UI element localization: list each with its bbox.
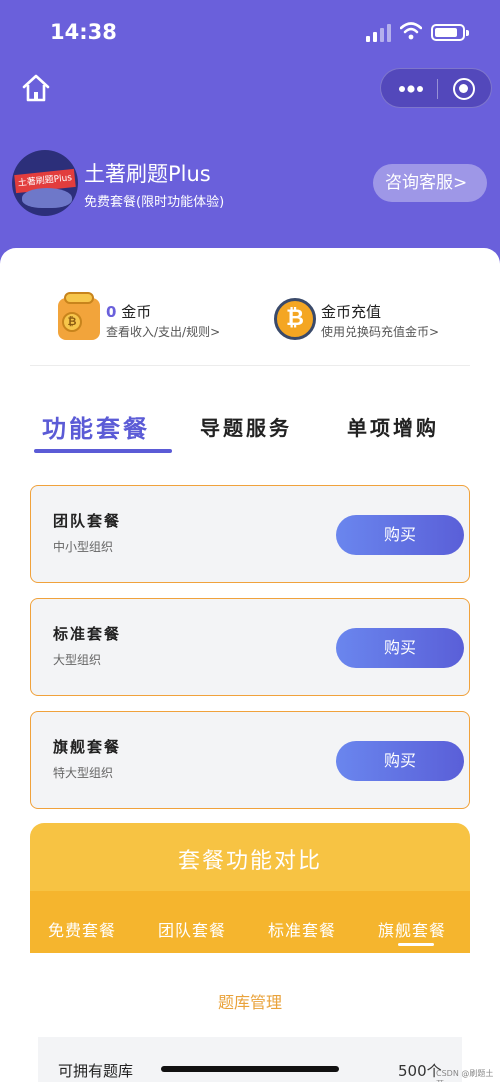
signal-icon xyxy=(366,24,391,42)
package-card-flagship: 旗舰套餐 特大型组织 购买 xyxy=(30,711,470,809)
recharge-title[interactable]: 金币充值 xyxy=(321,301,381,322)
package-description: 中小型组织 xyxy=(53,540,114,554)
compare-tab-indicator xyxy=(398,943,434,946)
compare-tab-team[interactable]: 团队套餐 xyxy=(158,917,226,941)
home-icon[interactable] xyxy=(20,72,52,104)
package-description: 特大型组织 xyxy=(53,766,114,780)
app-name: 土著刷题Plus xyxy=(84,162,211,186)
tab-feature-packages[interactable]: 功能套餐 xyxy=(42,409,150,444)
coin-balance[interactable]: 0 金币 xyxy=(106,301,151,322)
bitcoin-icon: ₿ xyxy=(274,298,316,340)
buy-button[interactable]: 购买 xyxy=(336,628,464,668)
package-card-team: 团队套餐 中小型组织 购买 xyxy=(30,485,470,583)
package-description: 大型组织 xyxy=(53,653,102,667)
battery-icon xyxy=(431,24,469,41)
status-bar: 14:38 xyxy=(0,0,500,64)
compare-tab-free[interactable]: 免费套餐 xyxy=(48,917,116,941)
divider xyxy=(30,365,470,366)
coin-history-link[interactable]: 查看收入/支出/规则> xyxy=(106,323,220,340)
mini-program-capsule xyxy=(380,68,492,108)
package-name: 团队套餐 xyxy=(53,512,122,530)
tab-active-indicator xyxy=(34,449,172,453)
recharge-link[interactable]: 使用兑换码充值金币> xyxy=(321,323,439,340)
more-icon[interactable] xyxy=(397,81,425,97)
compare-tab-standard[interactable]: 标准套餐 xyxy=(268,917,336,941)
coin-unit: 金币 xyxy=(121,303,152,321)
buy-button[interactable]: 购买 xyxy=(336,741,464,781)
package-comparison: 套餐功能对比 免费套餐 团队套餐 标准套餐 旗舰套餐 题库管理 可拥有题库 50… xyxy=(30,823,470,1082)
avatar: 土著刷题Plus xyxy=(12,150,78,216)
whale-icon xyxy=(22,188,72,208)
section-title: 题库管理 xyxy=(217,993,282,1012)
home-indicator xyxy=(161,1066,339,1072)
status-time: 14:38 xyxy=(50,20,117,44)
package-name: 旗舰套餐 xyxy=(53,738,122,756)
package-name: 标准套餐 xyxy=(53,625,122,643)
tab-import-service[interactable]: 导题服务 xyxy=(200,412,292,441)
coin-count: 0 xyxy=(106,303,117,321)
plan-description: 免费套餐(限时功能体验) xyxy=(84,195,225,210)
package-card-standard: 标准套餐 大型组织 购买 xyxy=(30,598,470,696)
customer-service-button[interactable]: 咨询客服> xyxy=(373,164,487,202)
watermark: CSDN @刷题土著 xyxy=(436,1069,494,1082)
capsule-divider xyxy=(437,79,438,99)
comparison-tabs: 免费套餐 团队套餐 标准套餐 旗舰套餐 xyxy=(30,891,470,953)
feature-label: 可拥有题库 xyxy=(58,1062,134,1080)
wifi-icon xyxy=(400,22,422,40)
comparison-title: 套餐功能对比 xyxy=(177,849,322,874)
close-target-icon[interactable] xyxy=(453,78,475,100)
buy-button[interactable]: 购买 xyxy=(336,515,464,555)
compare-tab-flagship[interactable]: 旗舰套餐 xyxy=(378,917,446,941)
tab-single-purchase[interactable]: 单项增购 xyxy=(347,412,439,441)
wallet-icon: ₿ xyxy=(58,292,100,340)
